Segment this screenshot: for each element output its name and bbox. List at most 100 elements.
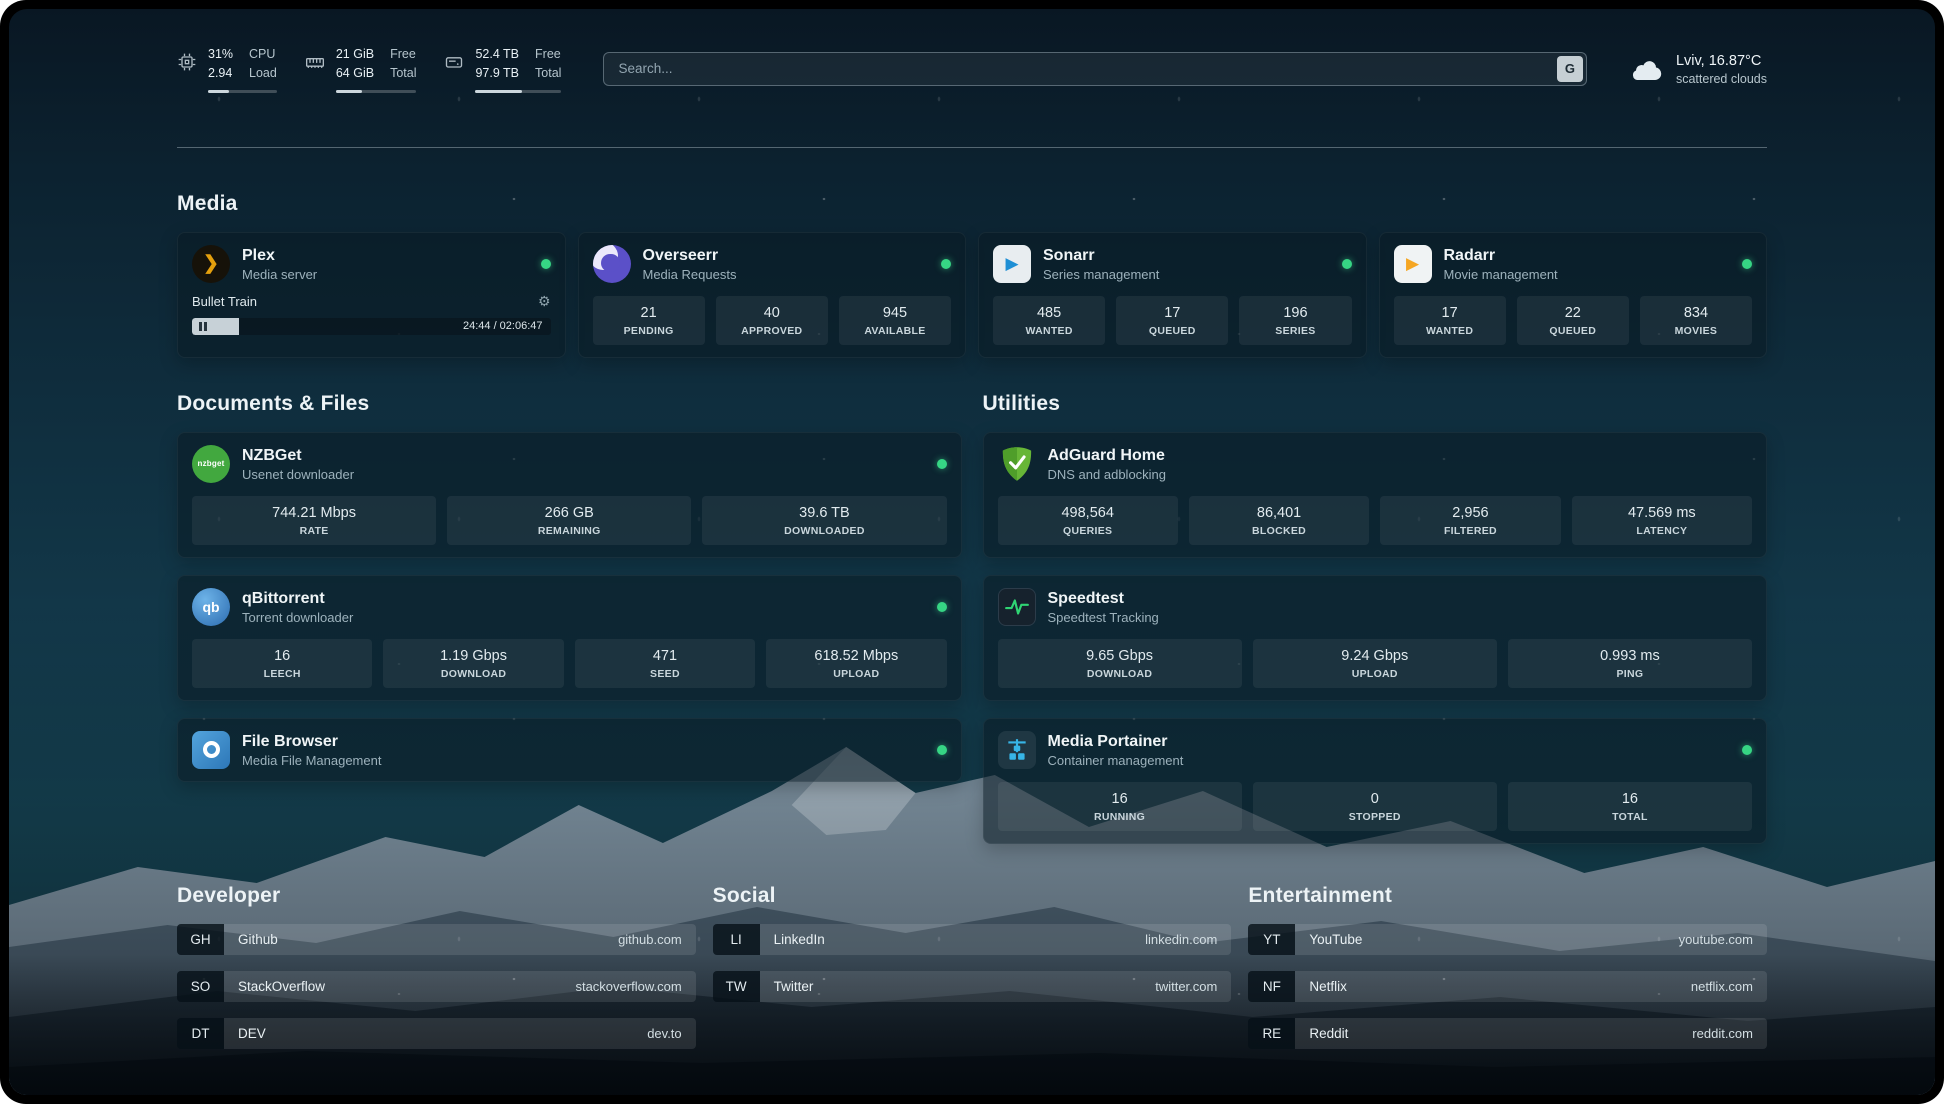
stat-filtered: 2,956FILTERED	[1380, 496, 1560, 545]
now-playing-title: Bullet Train	[192, 294, 257, 309]
search-bar: G	[603, 52, 1587, 86]
app-name: qBittorrent	[242, 589, 353, 608]
cpu-usage-bar	[208, 90, 277, 93]
disk-usage-bar	[475, 90, 561, 93]
disk-label-2: Total	[535, 64, 561, 83]
stat-pending: 21PENDING	[593, 296, 705, 345]
card-radarr[interactable]: ▶ Radarr Movie management 17WANTED 22QUE…	[1379, 232, 1768, 358]
card-filebrowser[interactable]: File Browser Media File Management	[177, 718, 962, 782]
status-dot	[1742, 745, 1752, 755]
plex-player: 24:44 / 02:06:47	[192, 318, 551, 335]
section-title-documents: Documents & Files	[177, 392, 962, 416]
app-subtitle: Media server	[242, 267, 317, 282]
cpu-usage-value: 31%	[208, 45, 233, 64]
link-name: Reddit	[1309, 1026, 1348, 1041]
link-name: StackOverflow	[238, 979, 325, 994]
stat-leech: 16LEECH	[192, 639, 372, 688]
link-linkedin[interactable]: LI LinkedIn linkedin.com	[713, 924, 1232, 955]
disk-free-value: 52.4 TB	[475, 45, 519, 64]
status-dot	[1742, 259, 1752, 269]
media-cards-row: ❯ Plex Media server Bullet Train ⚙	[177, 232, 1767, 358]
status-dot	[937, 745, 947, 755]
stat-remaining: 266 GBREMAINING	[447, 496, 691, 545]
link-abbr: LI	[713, 924, 760, 955]
stat-approved: 40APPROVED	[716, 296, 828, 345]
link-github[interactable]: GH Github github.com	[177, 924, 696, 955]
status-dot	[541, 259, 551, 269]
disk-monitor: 52.4 TB 97.9 TB Free Total	[444, 45, 561, 93]
entertainment-section: Entertainment YT YouTube youtube.com NF	[1248, 884, 1767, 1049]
card-plex[interactable]: ❯ Plex Media server Bullet Train ⚙	[177, 232, 566, 358]
link-reddit[interactable]: RE Reddit reddit.com	[1248, 1018, 1767, 1049]
status-dot	[1342, 259, 1352, 269]
stat-stopped: 0STOPPED	[1253, 782, 1497, 831]
app-subtitle: Movie management	[1444, 267, 1558, 282]
link-url: linkedin.com	[1145, 932, 1217, 947]
gear-icon[interactable]: ⚙	[538, 294, 551, 308]
link-abbr: TW	[713, 971, 760, 1002]
app-subtitle: Container management	[1048, 753, 1184, 768]
stat-rate: 744.21 MbpsRATE	[192, 496, 436, 545]
weather-widget: Lviv, 16.87°C scattered clouds	[1629, 52, 1767, 86]
status-dot	[937, 602, 947, 612]
stat-latency: 47.569 msLATENCY	[1572, 496, 1752, 545]
card-qbittorrent[interactable]: qb qBittorrent Torrent downloader 16LEEC…	[177, 575, 962, 701]
card-speedtest[interactable]: Speedtest Speedtest Tracking 9.65 GbpsDO…	[983, 575, 1768, 701]
card-portainer[interactable]: Media Portainer Container management 16R…	[983, 718, 1768, 844]
speedtest-icon	[998, 588, 1036, 626]
link-netflix[interactable]: NF Netflix netflix.com	[1248, 971, 1767, 1002]
weather-location: Lviv, 16.87°C	[1676, 52, 1767, 72]
card-sonarr[interactable]: ▶ Sonarr Series management 485WANTED 17Q…	[978, 232, 1367, 358]
app-subtitle: Media File Management	[242, 753, 381, 768]
link-url: reddit.com	[1692, 1026, 1753, 1041]
card-adguard[interactable]: AdGuard Home DNS and adblocking 498,564Q…	[983, 432, 1768, 558]
stat-total: 16TOTAL	[1508, 782, 1752, 831]
adguard-icon	[998, 445, 1036, 483]
status-dot	[941, 259, 951, 269]
stat-running: 16RUNNING	[998, 782, 1242, 831]
stat-wanted: 485WANTED	[993, 296, 1105, 345]
link-name: YouTube	[1309, 932, 1362, 947]
cpu-load-value: 2.94	[208, 64, 233, 83]
playback-progress-bar[interactable]: 24:44 / 02:06:47	[192, 318, 551, 335]
pause-icon[interactable]	[199, 322, 207, 331]
stat-series: 196SERIES	[1239, 296, 1351, 345]
stat-downloaded: 39.6 TBDOWNLOADED	[702, 496, 946, 545]
nzbget-icon: nzbget	[192, 445, 230, 483]
ram-free-value: 21 GiB	[336, 45, 374, 64]
link-abbr: NF	[1248, 971, 1295, 1002]
card-nzbget[interactable]: nzbget NZBGet Usenet downloader 744.21 M…	[177, 432, 962, 558]
link-url: github.com	[618, 932, 682, 947]
stat-upload: 9.24 GbpsUPLOAD	[1253, 639, 1497, 688]
section-title-developer: Developer	[177, 884, 696, 908]
section-title-media: Media	[177, 192, 1767, 216]
app-name: Plex	[242, 246, 317, 265]
link-youtube[interactable]: YT YouTube youtube.com	[1248, 924, 1767, 955]
app-name: Media Portainer	[1048, 732, 1184, 751]
link-abbr: RE	[1248, 1018, 1295, 1049]
search-go-button[interactable]: G	[1557, 56, 1583, 82]
stat-queued: 22QUEUED	[1517, 296, 1629, 345]
ram-label-1: Free	[390, 45, 416, 64]
weather-condition: scattered clouds	[1676, 72, 1767, 86]
link-dev[interactable]: DT DEV dev.to	[177, 1018, 696, 1049]
link-stackoverflow[interactable]: SO StackOverflow stackoverflow.com	[177, 971, 696, 1002]
radarr-icon: ▶	[1394, 245, 1432, 283]
search-input[interactable]	[603, 52, 1587, 86]
developer-section: Developer GH Github github.com SO	[177, 884, 696, 1049]
cpu-label-2: Load	[249, 64, 277, 83]
topbar: 31% 2.94 CPU Load	[177, 45, 1767, 93]
ram-usage-bar	[336, 90, 417, 93]
card-overseerr[interactable]: Overseerr Media Requests 21PENDING 40APP…	[578, 232, 967, 358]
overseerr-icon	[593, 245, 631, 283]
link-abbr: GH	[177, 924, 224, 955]
section-title-social: Social	[713, 884, 1232, 908]
link-url: stackoverflow.com	[575, 979, 681, 994]
link-twitter[interactable]: TW Twitter twitter.com	[713, 971, 1232, 1002]
app-subtitle: DNS and adblocking	[1048, 467, 1167, 482]
app-name: Radarr	[1444, 246, 1558, 265]
stat-blocked: 86,401BLOCKED	[1189, 496, 1369, 545]
disk-total-value: 97.9 TB	[475, 64, 519, 83]
stat-queries: 498,564QUERIES	[998, 496, 1178, 545]
stat-movies: 834MOVIES	[1640, 296, 1752, 345]
